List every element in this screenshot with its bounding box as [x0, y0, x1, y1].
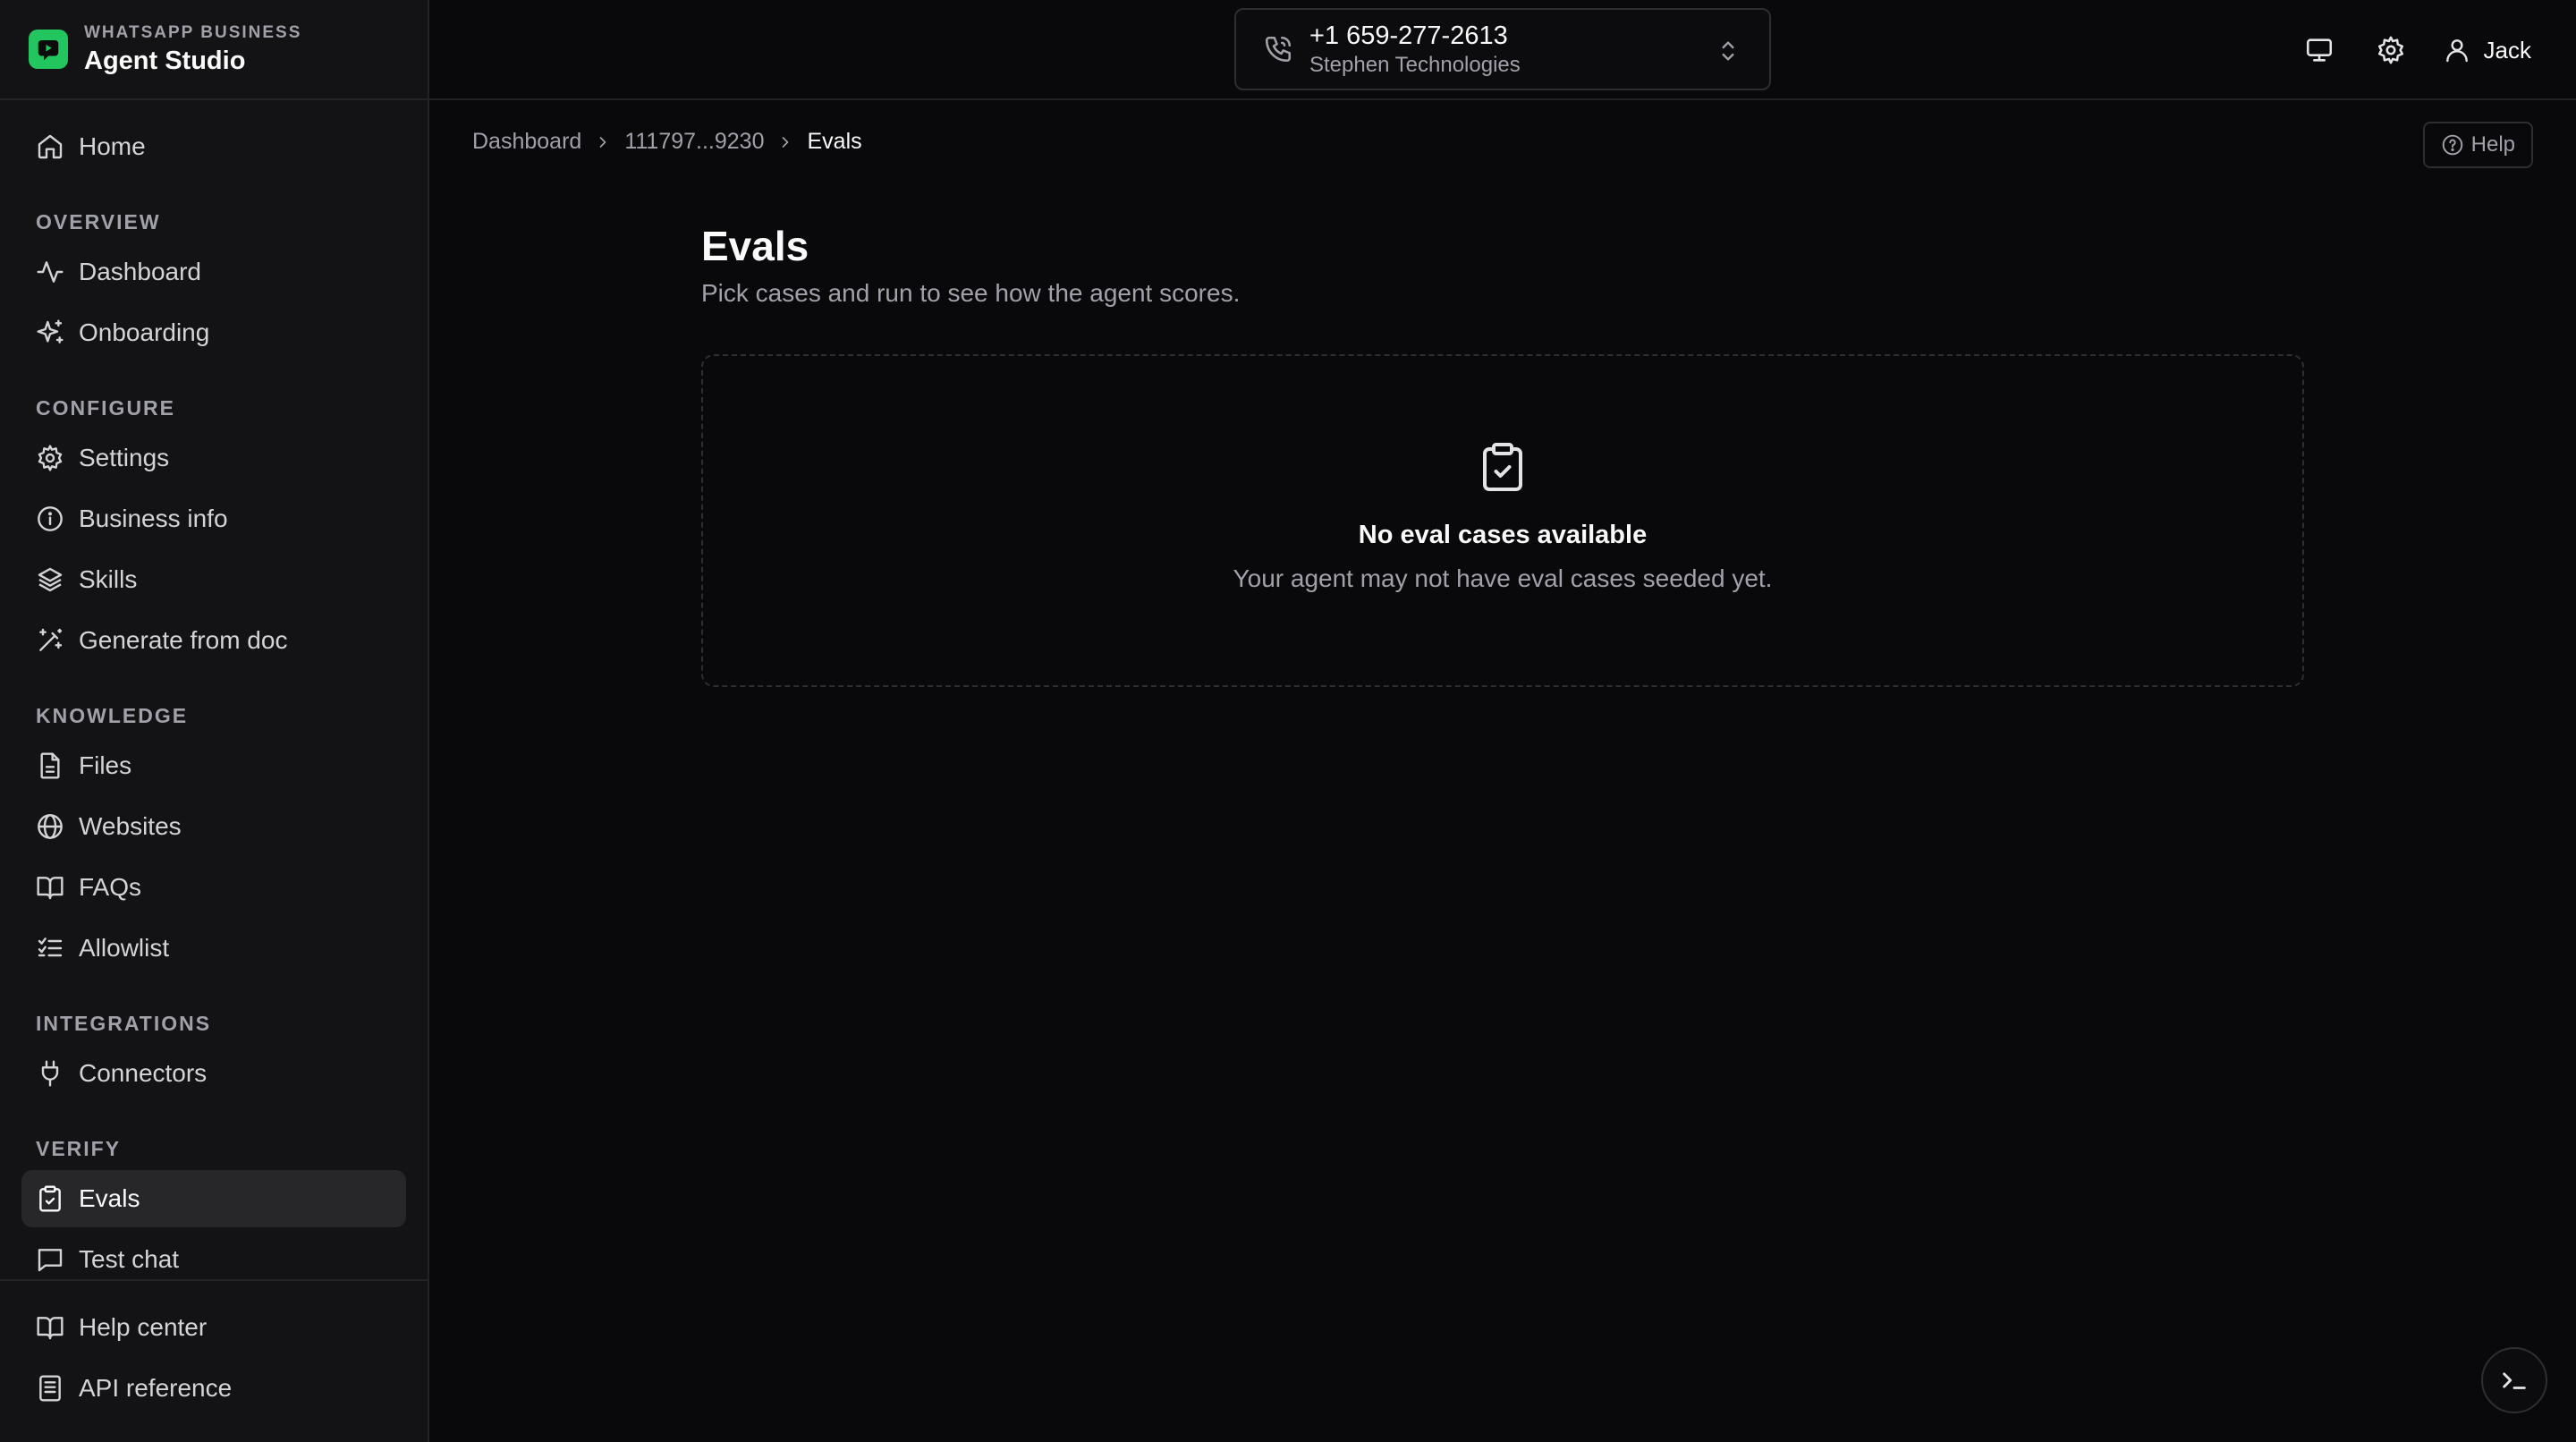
sidebar-item-label: Allowlist — [79, 934, 170, 962]
breadcrumb: Dashboard 111797...9230 Evals — [472, 129, 862, 155]
empty-state-title: No eval cases available — [1358, 521, 1648, 549]
chevron-right-icon — [599, 136, 606, 148]
topbar-actions: Jack — [2271, 27, 2531, 73]
section-label-configure: CONFIGURE — [36, 396, 175, 420]
topbar: +1 659-277-2613 Stephen Technologies Jac… — [429, 0, 2576, 100]
message-icon — [38, 1249, 63, 1272]
sidebar-item-label: Home — [79, 132, 146, 160]
breadcrumb-dashboard[interactable]: Dashboard — [472, 129, 581, 155]
sidebar: WHATSAPP BUSINESS Agent Studio Home OVER… — [0, 0, 429, 1442]
info-icon — [38, 506, 63, 531]
sidebar-item-label: API reference — [79, 1374, 233, 1402]
app-root: WHATSAPP BUSINESS Agent Studio Home OVER… — [0, 0, 2576, 1442]
phone-number-switcher[interactable]: +1 659-277-2613 Stephen Technologies — [1234, 8, 1771, 90]
sidebar-item-home[interactable]: Home — [21, 118, 406, 175]
sidebar-nav: Home OVERVIEW Dashboard Onboarding CONFI… — [0, 100, 428, 1288]
page-subtitle: Pick cases and run to see how the agent … — [701, 279, 1241, 307]
settings-button[interactable] — [2368, 27, 2414, 73]
whatsapp-logo-icon — [29, 30, 68, 69]
brand-title: Agent Studio — [84, 46, 246, 75]
sidebar-item-label: FAQs — [79, 873, 142, 901]
breadcrumb-agent[interactable]: 111797...9230 — [624, 129, 764, 155]
sidebar-item-onboarding[interactable]: Onboarding — [21, 304, 406, 361]
display-button[interactable] — [2296, 27, 2343, 73]
page-title: Evals — [701, 223, 809, 269]
section-label-knowledge: KNOWLEDGE — [36, 704, 189, 727]
sidebar-item-skills[interactable]: Skills — [21, 551, 406, 608]
user-name: Jack — [2483, 36, 2531, 64]
sidebar-item-label: Connectors — [79, 1059, 208, 1087]
sidebar-item-label: Settings — [79, 444, 170, 471]
terminal-icon — [2503, 1372, 2526, 1389]
section-label-overview: OVERVIEW — [36, 210, 161, 233]
sidebar-item-help-center[interactable]: Help center — [21, 1299, 406, 1356]
sidebar-item-business-info[interactable]: Business info — [21, 490, 406, 547]
gear-icon — [2377, 36, 2403, 64]
user-menu-button[interactable]: Jack — [2443, 36, 2531, 64]
sidebar-item-dashboard[interactable]: Dashboard — [21, 243, 406, 301]
sidebar-item-label: Business info — [79, 505, 228, 532]
empty-state: No eval cases available Your agent may n… — [701, 354, 2304, 687]
breadcrumb-current: Evals — [807, 129, 862, 154]
chevrons-up-down-icon — [1722, 41, 1734, 61]
book-icon — [37, 877, 64, 900]
section-label-integrations: INTEGRATIONS — [36, 1012, 212, 1035]
help-label: Help — [2470, 132, 2515, 157]
file-icon — [40, 752, 60, 779]
list-checks-icon — [38, 937, 63, 957]
sidebar-item-api-reference[interactable]: API reference — [21, 1360, 406, 1417]
sidebar-item-label: Generate from doc — [79, 626, 288, 654]
sidebar-item-websites[interactable]: Websites — [21, 798, 406, 855]
sidebar-footer: Help center API reference — [0, 1279, 428, 1421]
section-label-verify: VERIFY — [36, 1137, 122, 1160]
sidebar-item-label: Skills — [79, 565, 138, 593]
sidebar-item-label: Websites — [79, 812, 182, 840]
clipboard-check-icon — [39, 1185, 61, 1212]
sidebar-item-label: Files — [79, 751, 132, 779]
sidebar-item-connectors[interactable]: Connectors — [21, 1045, 406, 1102]
sidebar-item-settings[interactable]: Settings — [21, 429, 406, 487]
phone-icon — [1265, 36, 1292, 63]
sidebar-item-faqs[interactable]: FAQs — [21, 859, 406, 916]
sidebar-item-allowlist[interactable]: Allowlist — [21, 920, 406, 977]
phone-number: +1 659-277-2613 — [1309, 21, 1508, 50]
plug-icon — [41, 1060, 59, 1087]
chevron-right-icon — [783, 136, 789, 148]
sidebar-item-label: Help center — [79, 1313, 208, 1341]
sidebar-item-label: Onboarding — [79, 318, 210, 346]
monitor-icon — [2306, 38, 2332, 62]
sidebar-item-label: Evals — [79, 1184, 140, 1212]
empty-state-description: Your agent may not have eval cases seede… — [1233, 564, 1773, 592]
sidebar-item-files[interactable]: Files — [21, 737, 406, 794]
sidebar-item-label: Dashboard — [79, 258, 201, 285]
home-icon — [38, 134, 63, 159]
organization-name: Stephen Technologies — [1309, 52, 1521, 77]
help-circle-icon — [2442, 134, 2462, 156]
book-icon — [37, 1317, 64, 1340]
wand-icon — [39, 628, 63, 651]
sidebar-item-label: Test chat — [79, 1245, 180, 1273]
globe-icon — [38, 814, 63, 839]
help-button[interactable]: Help — [2422, 122, 2533, 168]
document-icon — [39, 1375, 61, 1402]
clipboard-check-icon — [1483, 443, 1522, 491]
activity-icon — [37, 261, 64, 283]
user-icon — [2445, 39, 2468, 63]
sidebar-item-evals[interactable]: Evals — [21, 1170, 406, 1227]
sparkles-icon — [37, 319, 64, 344]
brand-eyebrow: WHATSAPP BUSINESS — [84, 22, 302, 42]
gear-icon — [38, 445, 63, 471]
layers-icon — [38, 567, 63, 592]
brand-header[interactable]: WHATSAPP BUSINESS Agent Studio — [0, 0, 428, 100]
sidebar-item-generate-from-doc[interactable]: Generate from doc — [21, 612, 406, 669]
console-button[interactable] — [2481, 1347, 2547, 1413]
